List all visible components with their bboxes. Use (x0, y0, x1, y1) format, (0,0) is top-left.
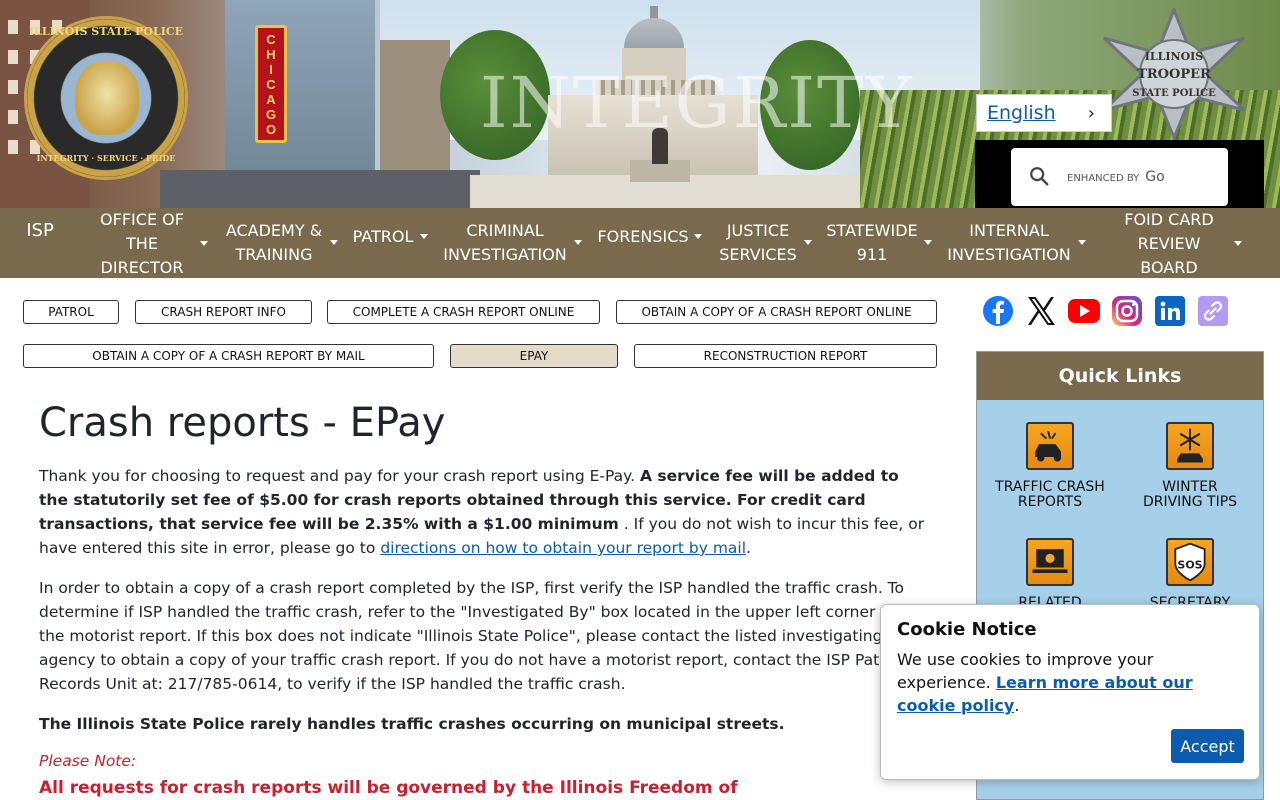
cookie-notice: Cookie Notice We use cookies to improve … (880, 604, 1260, 780)
language-label: English (987, 102, 1056, 124)
link-icon[interactable] (1196, 294, 1230, 328)
caret-down-icon (804, 240, 812, 245)
cookie-notice-title: Cookie Notice (897, 619, 1037, 640)
facebook-icon[interactable] (981, 294, 1015, 328)
accept-cookies-button[interactable]: Accept (1171, 729, 1244, 763)
search-input[interactable]: ENHANCED BY Go (1011, 148, 1228, 206)
quick-link-related[interactable]: RELATED (995, 538, 1105, 611)
badge-line1: ILLINOIS (1145, 50, 1204, 63)
foia-note-text: All requests for crash reports will be g… (39, 778, 738, 798)
caret-down-icon (1234, 241, 1242, 246)
subnav-obtain-copy-by-mail[interactable]: OBTAIN A COPY OF A CRASH REPORT BY MAIL (23, 344, 434, 368)
quick-link-winter-driving-tips[interactable]: WINTER DRIVING TIPS (1135, 422, 1245, 510)
nav-item-statewide-911[interactable]: STATEWIDE 911 (824, 219, 932, 267)
nav-item-office-of-the-director[interactable]: OFFICE OF THE DIRECTOR (88, 208, 208, 280)
municipal-streets-paragraph: The Illinois State Police rarely handles… (39, 715, 785, 733)
subnav-epay[interactable]: EPAY (450, 344, 618, 368)
linkedin-icon[interactable] (1153, 294, 1187, 328)
subnav-crash-report-info[interactable]: CRASH REPORT INFO (135, 300, 312, 324)
x-icon[interactable] (1024, 294, 1058, 328)
nav-item-label: STATEWIDE 911 (826, 221, 918, 264)
svg-text:SOS: SOS (1177, 558, 1202, 571)
banner-watermark: INTEGRITY (480, 62, 914, 144)
crash-car-icon (1026, 422, 1074, 470)
nav-item-label: FOID CARD REVIEW BOARD (1124, 210, 1214, 277)
quick-link-label: TRAFFIC CRASH REPORTS (995, 479, 1105, 510)
main-nav: ISP OFFICE OF THE DIRECTOR ACADEMY & TRA… (0, 208, 1280, 278)
nav-item-forensics[interactable]: FORENSICS (596, 225, 702, 249)
nav-item-justice-services[interactable]: JUSTICE SERVICES (716, 219, 812, 267)
search-container: ENHANCED BY Go (975, 140, 1264, 208)
subnav-complete-crash-report-online[interactable]: COMPLETE A CRASH REPORT ONLINE (327, 300, 600, 324)
chevron-right-icon: › (1087, 103, 1095, 124)
chicago-theatre-sign: CHICAGO (255, 25, 287, 143)
caret-down-icon (924, 240, 932, 245)
quick-link-label: WINTER DRIVING TIPS (1142, 479, 1238, 510)
nav-item-criminal-investigation[interactable]: CRIMINAL INVESTIGATION (440, 219, 582, 267)
trooper-badge-icon: ILLINOIS TROOPER STATE POLICE (1094, 5, 1254, 142)
caret-down-icon (1078, 240, 1086, 245)
nav-item-label: JUSTICE SERVICES (719, 221, 797, 264)
intro-end-text: . (746, 539, 751, 557)
nav-item-isp[interactable]: ISP (26, 217, 54, 245)
subnav-obtain-copy-online[interactable]: OBTAIN A COPY OF A CRASH REPORT ONLINE (616, 300, 937, 324)
nav-item-label: ACADEMY & TRAINING (225, 221, 323, 264)
search-icon[interactable] (1028, 165, 1050, 187)
page-title: Crash reports - EPay (39, 400, 446, 446)
caret-down-icon (200, 241, 208, 246)
quick-link-traffic-crash-reports[interactable]: TRAFFIC CRASH REPORTS (995, 422, 1105, 510)
banner-building-mid (380, 40, 450, 190)
seal-bottom-text: INTEGRITY · SERVICE · PRIDE (36, 153, 176, 163)
snowflake-car-icon (1166, 422, 1214, 470)
banner-glass-tower (225, 0, 375, 190)
isp-seal-logo[interactable]: ILLINOIS STATE POLICE INTEGRITY · SERVIC… (24, 16, 188, 180)
caret-down-icon (694, 234, 702, 239)
banner-street (160, 170, 480, 208)
eagle-emblem (75, 61, 139, 135)
sos-icon: SOS (1166, 538, 1214, 586)
laptop-icon (1026, 538, 1074, 586)
subnav-reconstruction-report[interactable]: RECONSTRUCTION REPORT (634, 344, 937, 368)
caret-down-icon (330, 240, 338, 245)
cookie-text-end: . (1014, 696, 1020, 715)
intro-text: Thank you for choosing to request and pa… (39, 467, 636, 485)
nav-item-foid-card-review-board[interactable]: FOID CARD REVIEW BOARD (1108, 208, 1242, 280)
mail-directions-link[interactable]: directions on how to obtain your report … (380, 539, 746, 557)
search-placeholder: ENHANCED BY Go (1067, 169, 1165, 185)
nav-item-label: FORENSICS (597, 227, 689, 246)
verification-paragraph: In order to obtain a copy of a crash rep… (39, 579, 904, 693)
caret-down-icon (574, 240, 582, 245)
youtube-icon[interactable] (1067, 294, 1101, 328)
nav-item-label: PATROL (352, 227, 414, 246)
nav-item-label: INTERNAL INVESTIGATION (947, 221, 1071, 264)
subnav-patrol[interactable]: PATROL (23, 300, 119, 324)
please-note-label: Please Note: (39, 752, 137, 770)
nav-item-academy-training[interactable]: ACADEMY & TRAINING (222, 219, 338, 267)
badge-line3: STATE POLICE (1132, 88, 1216, 99)
nav-item-internal-investigation[interactable]: INTERNAL INVESTIGATION (944, 219, 1086, 267)
nav-item-label: CRIMINAL INVESTIGATION (443, 221, 567, 264)
caret-down-icon (420, 234, 428, 239)
quick-link-secretary[interactable]: SOS SECRETARY (1135, 538, 1245, 611)
nav-item-label: OFFICE OF THE DIRECTOR (100, 210, 184, 277)
cookie-notice-text: We use cookies to improve your experienc… (897, 648, 1243, 717)
language-selector[interactable]: English › (976, 94, 1112, 132)
instagram-icon[interactable] (1110, 294, 1144, 328)
nav-item-label: ISP (26, 220, 54, 241)
epay-intro-paragraph: Thank you for choosing to request and pa… (39, 464, 929, 560)
quick-links-title: Quick Links (977, 352, 1263, 400)
google-brand: Go (1145, 169, 1165, 185)
badge-line2: TROOPER (1137, 67, 1211, 82)
seal-top-text: ILLINOIS STATE POLICE (28, 25, 184, 38)
nav-item-patrol[interactable]: PATROL (350, 225, 428, 249)
